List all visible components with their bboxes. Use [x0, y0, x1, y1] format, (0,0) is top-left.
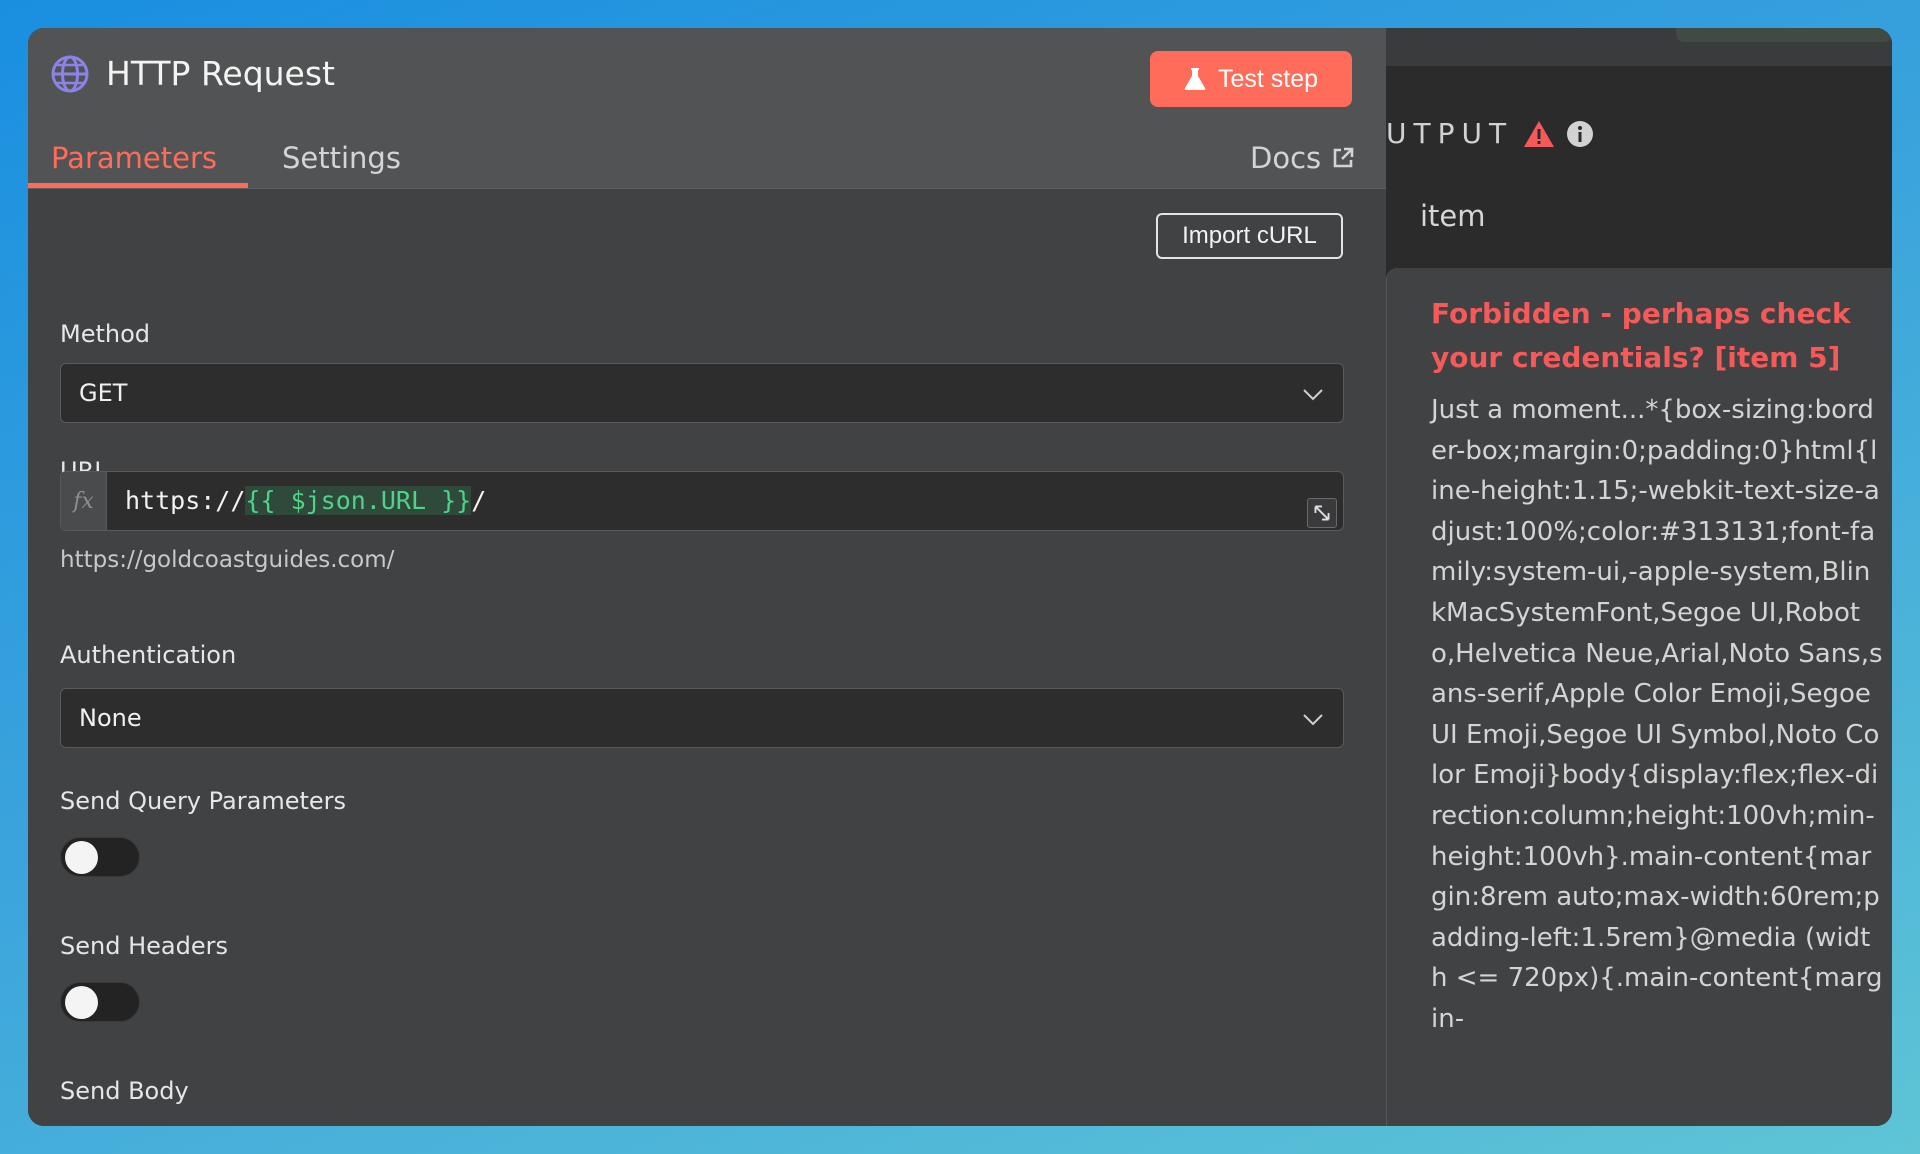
node-title[interactable]: HTTP Request [106, 50, 335, 98]
item-count-label: item [1420, 199, 1486, 233]
flask-icon [1184, 68, 1206, 90]
method-select[interactable]: GET [60, 363, 1344, 423]
send-query-toggle[interactable] [60, 837, 140, 877]
warning-icon[interactable] [1523, 119, 1555, 149]
docs-label: Docs [1250, 141, 1322, 175]
send-query-label: Send Query Parameters [60, 787, 347, 815]
authentication-select[interactable]: None [60, 688, 1344, 748]
output-title: UTPUT [1386, 114, 1595, 154]
method-label: Method [60, 320, 151, 348]
node-parameters-panel: HTTP Request Test step Parameters Settin… [28, 28, 1386, 1126]
expand-icon[interactable] [1307, 498, 1337, 528]
url-value[interactable]: https://{{ $json.URL }}/ [125, 484, 486, 518]
output-topbar-control[interactable] [1676, 28, 1892, 42]
url-prefix: https:// [125, 486, 246, 515]
test-step-button[interactable]: Test step [1150, 51, 1352, 107]
chevron-down-icon [1303, 389, 1323, 401]
toggle-knob [65, 841, 98, 874]
output-title-text: UTPUT [1386, 117, 1514, 150]
node-header: HTTP Request Test step Parameters Settin… [28, 28, 1386, 189]
tab-parameters[interactable]: Parameters [51, 138, 217, 178]
import-curl-button[interactable]: Import cURL [1156, 213, 1343, 259]
expression-badge: fx [61, 472, 107, 530]
authentication-value: None [79, 704, 142, 732]
send-body-label: Send Body [60, 1077, 189, 1105]
send-headers-toggle[interactable] [60, 982, 140, 1022]
url-expression: {{ $json.URL }} [245, 486, 472, 515]
output-topbar [1386, 28, 1892, 66]
method-value: GET [79, 379, 128, 407]
error-title: Forbidden - perhaps check your credentia… [1431, 297, 1851, 374]
toggle-knob [65, 986, 98, 1019]
docs-link[interactable]: Docs [1250, 138, 1355, 178]
url-resolved-preview: https://goldcoastguides.com/ [60, 547, 395, 573]
send-headers-label: Send Headers [60, 932, 228, 960]
tab-settings[interactable]: Settings [282, 138, 401, 178]
chevron-down-icon [1303, 714, 1323, 726]
url-input[interactable]: fx https://{{ $json.URL }}/ [60, 471, 1344, 531]
error-message: Just a moment...*{box-sizing:border-box;… [1431, 395, 1883, 1034]
output-panel: UTPUT item Forbidden - perhaps check you… [1386, 28, 1892, 1126]
external-link-icon [1333, 147, 1354, 168]
error-output-box: Forbidden - perhaps check your credentia… [1386, 268, 1892, 1126]
info-icon[interactable] [1565, 119, 1595, 149]
authentication-label: Authentication [60, 641, 237, 669]
url-suffix: / [471, 486, 487, 515]
active-tab-indicator [28, 183, 248, 188]
globe-icon [51, 55, 89, 93]
test-step-label: Test step [1217, 64, 1319, 93]
app-window: HTTP Request Test step Parameters Settin… [28, 28, 1892, 1126]
